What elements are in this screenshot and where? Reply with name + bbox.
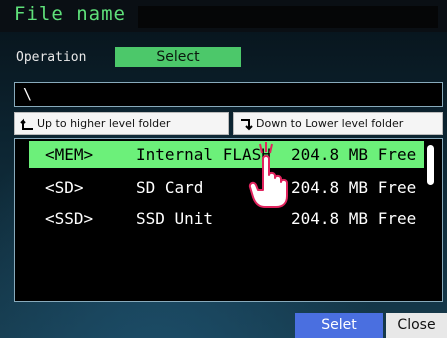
current-path: \ [23,85,33,103]
filename-display [138,6,438,28]
folder-up-icon [20,118,33,130]
select-button[interactable]: Selet [295,313,383,338]
operation-label: Operation [16,50,87,65]
page-title: File name [14,3,126,25]
drive-id: <SD> [45,178,84,197]
screen-background: File name Operation Select \ Up to highe… [0,0,447,338]
list-scrollbar[interactable] [427,145,434,185]
drive-list: <MEM> Internal FLASH 204.8 MB Free <SD> … [14,138,443,302]
drive-free-space: 204.8 MB Free [291,209,417,228]
up-folder-button[interactable]: Up to higher level folder [14,112,229,135]
up-folder-label: Up to higher level folder [37,117,171,130]
folder-down-icon [241,119,253,131]
list-item[interactable]: <SSD> SSD Unit 204.8 MB Free [29,205,424,232]
drive-id: <SSD> [45,209,94,228]
list-item[interactable]: <MEM> Internal FLASH 204.8 MB Free [29,141,424,168]
down-folder-button[interactable]: Down to Lower level folder [233,112,443,135]
hand-pointer-icon [248,142,288,208]
drive-free-space: 204.8 MB Free [291,178,417,197]
operation-mode-button[interactable]: Select [115,47,241,67]
drive-name: SSD Unit [136,209,214,228]
drive-name: SD Card [136,178,204,197]
current-path-bar: \ [14,82,443,107]
title-bar: File name [0,0,447,32]
list-item[interactable]: <SD> SD Card 204.8 MB Free [29,174,424,201]
down-folder-label: Down to Lower level folder [256,117,404,130]
drive-id: <MEM> [45,145,94,164]
close-button[interactable]: Close [386,313,447,338]
drive-free-space: 204.8 MB Free [291,145,417,164]
